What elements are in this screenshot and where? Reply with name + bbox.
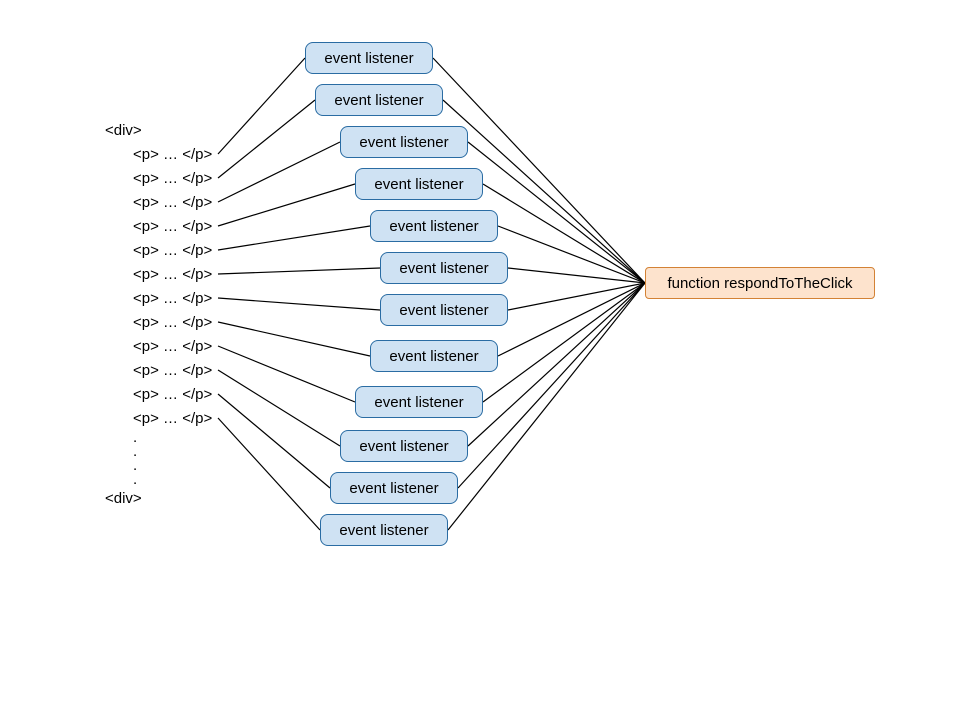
diagram-stage: <div><p> … </p><p> … </p><p> … </p><p> …… [0, 0, 960, 720]
code-child-line: . [105, 458, 212, 472]
event-listener-label: event listener [399, 302, 488, 319]
event-listener-box: event listener [315, 84, 443, 116]
event-listener-label: event listener [374, 394, 463, 411]
code-line: <div> [105, 118, 212, 142]
code-block: <div><p> … </p><p> … </p><p> … </p><p> …… [105, 118, 212, 510]
event-listener-box: event listener [355, 386, 483, 418]
event-listener-label: event listener [349, 480, 438, 497]
code-child-line: <p> … </p> [105, 334, 212, 358]
event-listener-label: event listener [359, 134, 448, 151]
event-listener-label: event listener [359, 438, 448, 455]
code-child-line: . [105, 430, 212, 444]
code-child-line: . [105, 472, 212, 486]
event-listener-label: event listener [339, 522, 428, 539]
function-callback-box: function respondToTheClick [645, 267, 875, 299]
event-listener-box: event listener [370, 340, 498, 372]
event-listener-box: event listener [330, 472, 458, 504]
event-listener-label: event listener [389, 218, 478, 235]
event-listener-label: event listener [374, 176, 463, 193]
code-child-line: <p> … </p> [105, 358, 212, 382]
event-listener-box: event listener [380, 252, 508, 284]
event-listener-box: event listener [340, 430, 468, 462]
event-listener-box: event listener [380, 294, 508, 326]
event-listener-box: event listener [355, 168, 483, 200]
code-child-line: <p> … </p> [105, 142, 212, 166]
code-child-line: <p> … </p> [105, 286, 212, 310]
event-listener-label: event listener [389, 348, 478, 365]
event-listener-label: event listener [399, 260, 488, 277]
event-listener-box: event listener [305, 42, 433, 74]
event-listener-label: event listener [324, 50, 413, 67]
event-listener-box: event listener [370, 210, 498, 242]
code-child-line: <p> … </p> [105, 190, 212, 214]
function-label: function respondToTheClick [667, 275, 852, 292]
code-child-line: . [105, 444, 212, 458]
code-line: <div> [105, 486, 212, 510]
event-listener-box: event listener [320, 514, 448, 546]
code-child-line: <p> … </p> [105, 214, 212, 238]
code-child-line: <p> … </p> [105, 166, 212, 190]
event-listener-box: event listener [340, 126, 468, 158]
code-child-line: <p> … </p> [105, 406, 212, 430]
code-child-line: <p> … </p> [105, 382, 212, 406]
code-child-line: <p> … </p> [105, 262, 212, 286]
code-child-line: <p> … </p> [105, 310, 212, 334]
event-listener-label: event listener [334, 92, 423, 109]
code-child-line: <p> … </p> [105, 238, 212, 262]
